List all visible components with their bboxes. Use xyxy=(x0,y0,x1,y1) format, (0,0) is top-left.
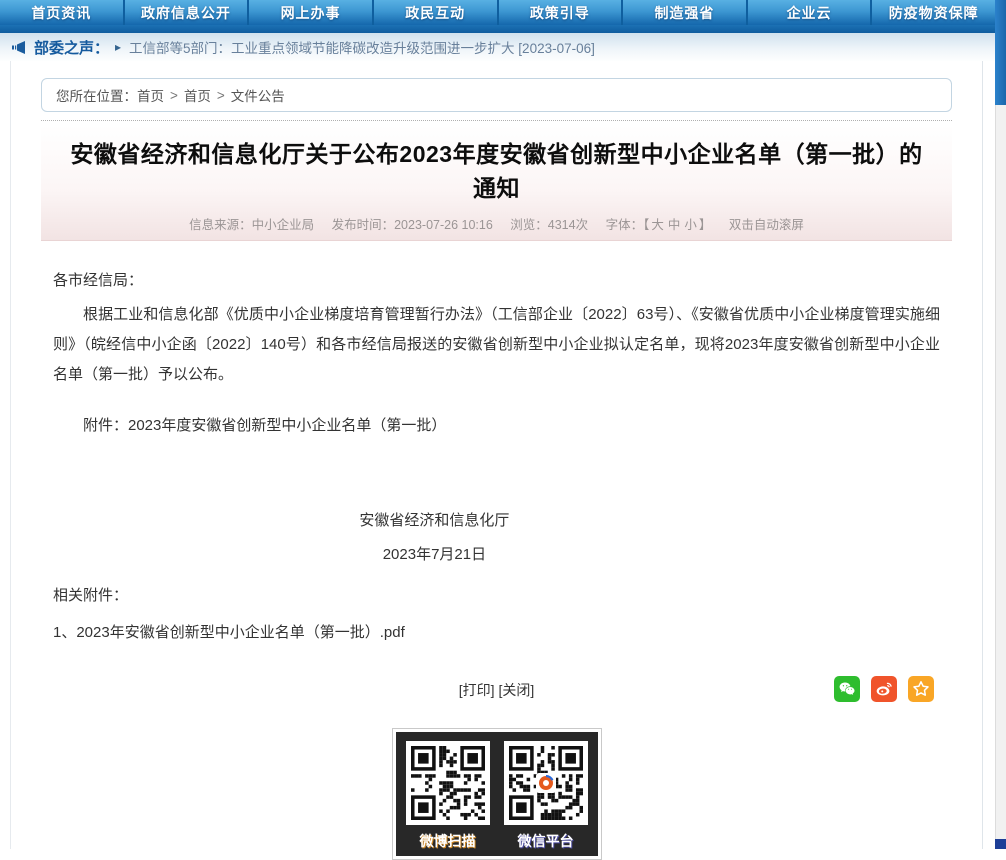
ticker-title: 部委之声： xyxy=(34,37,109,58)
scrollbar-thumb[interactable] xyxy=(995,0,1006,105)
related-attachments-label: 相关附件： xyxy=(53,584,940,605)
news-ticker-bar: 部委之声： ▸ 工信部等5部门：工业重点领域节能降碳改造升级范围进一步扩大 [2… xyxy=(0,33,995,61)
top-navigation: 首页资讯 政府信息公开 网上办事 政民互动 政策引导 制造强省 企业云 防疫物资… xyxy=(0,0,995,25)
breadcrumb-prefix: 您所在位置： xyxy=(56,85,137,105)
wechat-qr-column: 微信平台 xyxy=(504,741,588,856)
breadcrumb: 您所在位置： 首页 > 首页 > 文件公告 xyxy=(41,78,952,112)
action-row: [打印] [关闭] xyxy=(41,676,952,704)
nav-item-enterprise-cloud[interactable]: 企业云 xyxy=(748,0,873,25)
meta-source: 信息来源：中小企业局 xyxy=(189,218,314,232)
wechat-qr-code xyxy=(504,741,588,825)
weibo-share-button[interactable] xyxy=(871,676,897,702)
breadcrumb-separator: > xyxy=(217,88,225,103)
qr-code-panel: 微博扫描 微信平台 xyxy=(392,728,602,860)
attachment-mention: 附件：2023年度安徽省创新型中小企业名单（第一批） xyxy=(53,414,940,435)
salutation: 各市经信局： xyxy=(53,269,940,290)
body-paragraph: 根据工业和信息化部《优质中小企业梯度培育管理暂行办法》（工信部企业〔2022〕6… xyxy=(53,300,940,390)
wechat-qr-label: 微信平台 xyxy=(518,831,574,851)
favorite-share-button[interactable] xyxy=(908,676,934,702)
page-container: 您所在位置： 首页 > 首页 > 文件公告 安徽省经济和信息化厅关于公布2023… xyxy=(10,61,983,849)
qr-panel-inner: 微博扫描 微信平台 xyxy=(396,732,598,856)
nav-item-manufacturing-province[interactable]: 制造强省 xyxy=(623,0,748,25)
meta-font-label: 字体：【 xyxy=(606,218,650,232)
chevron-right-icon: ▸ xyxy=(115,40,121,54)
weibo-qr-code xyxy=(406,741,490,825)
nav-item-public-interaction[interactable]: 政民互动 xyxy=(374,0,499,25)
weibo-qr-label: 微博扫描 xyxy=(420,831,476,851)
scrollbar-down-button[interactable] xyxy=(995,839,1006,849)
meta-published: 发布时间：2023-07-26 10:16 xyxy=(332,218,493,232)
star-icon xyxy=(911,679,931,699)
weibo-icon xyxy=(874,679,894,699)
signer-name: 安徽省经济和信息化厅 xyxy=(53,509,816,530)
meta-font-label-end: 】 xyxy=(699,218,712,232)
nav-item-epidemic-supplies[interactable]: 防疫物资保障 xyxy=(872,0,995,25)
breadcrumb-home-link[interactable]: 首页 xyxy=(137,85,164,105)
wechat-qr-center-logo xyxy=(536,773,556,793)
nav-item-gov-info[interactable]: 政府信息公开 xyxy=(125,0,250,25)
article-body: 各市经信局： 根据工业和信息化部《优质中小企业梯度培育管理暂行办法》（工信部企业… xyxy=(41,269,952,642)
nav-item-online-services[interactable]: 网上办事 xyxy=(249,0,374,25)
signature-block: 安徽省经济和信息化厅 2023年7月21日 xyxy=(53,509,816,564)
nav-item-policy-guidance[interactable]: 政策引导 xyxy=(499,0,624,25)
breadcrumb-separator: > xyxy=(170,88,178,103)
breadcrumb-file-notice-link[interactable]: 文件公告 xyxy=(231,85,285,105)
gear-logo-icon xyxy=(536,746,556,820)
font-size-medium-button[interactable]: 中 xyxy=(668,218,681,232)
share-buttons xyxy=(834,676,934,702)
article-meta: 信息来源：中小企业局 发布时间：2023-07-26 10:16 浏览：4314… xyxy=(67,214,926,233)
signature-date: 2023年7月21日 xyxy=(53,543,816,564)
article-header: 安徽省经济和信息化厅关于公布2023年度安徽省创新型中小企业名单（第一批）的通知… xyxy=(41,125,952,241)
page-title: 安徽省经济和信息化厅关于公布2023年度安徽省创新型中小企业名单（第一批）的通知 xyxy=(67,137,926,205)
weibo-qr-column: 微博扫描 xyxy=(406,741,490,856)
wechat-icon xyxy=(837,679,857,699)
related-pdf-link[interactable]: 1、2023年安徽省创新型中小企业名单（第一批）.pdf xyxy=(53,621,940,642)
meta-autoscroll-hint: 双击自动滚屏 xyxy=(729,218,804,232)
wechat-share-button[interactable] xyxy=(834,676,860,702)
ticker-news-link[interactable]: 工信部等5部门：工业重点领域节能降碳改造升级范围进一步扩大 [2023-07-0… xyxy=(129,37,595,57)
print-button[interactable]: [打印] xyxy=(459,680,495,700)
meta-views: 浏览：4314次 xyxy=(510,218,588,232)
vertical-scrollbar-track[interactable] xyxy=(995,0,1006,849)
speaker-icon xyxy=(12,41,26,54)
font-size-large-button[interactable]: 大 xyxy=(651,218,664,232)
dotted-divider xyxy=(41,120,952,121)
font-size-small-button[interactable]: 小 xyxy=(684,218,697,232)
close-button[interactable]: [关闭] xyxy=(499,680,535,700)
breadcrumb-home2-link[interactable]: 首页 xyxy=(184,85,211,105)
nav-item-home-news[interactable]: 首页资讯 xyxy=(0,0,125,25)
nav-bottom-strip xyxy=(0,25,995,33)
